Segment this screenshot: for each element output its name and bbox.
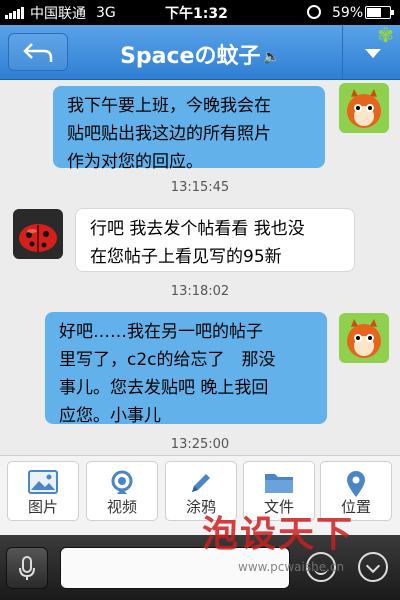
contact-avatar[interactable] — [13, 209, 63, 259]
action-label: 视频 — [106, 498, 137, 516]
location-pin-icon — [321, 466, 391, 497]
rotation-lock-icon — [307, 5, 321, 19]
contact-name: Spaceの蚊子 — [120, 44, 261, 69]
watermark-logo: 泡设天下 — [202, 513, 355, 555]
my-avatar[interactable] — [339, 83, 389, 133]
squirrel-avatar-icon — [339, 83, 389, 133]
battery-percentage: 59% — [332, 4, 364, 21]
folder-icon — [244, 466, 314, 496]
bug-icon: ✾ — [377, 23, 394, 47]
menu-button[interactable]: ✾ — [342, 23, 400, 79]
message-timestamp: 13:18:02 — [170, 284, 230, 299]
chat-area[interactable]: 我下午要上班，今晚我会在 贴吧贴出我这边的所有照片 作为对您的回应。 13:15… — [0, 80, 400, 455]
ladybug-avatar-icon — [13, 209, 63, 259]
message-line: 行吧 我去发个帖看看 我也没 — [90, 219, 305, 239]
watermark-url: www.pcwaishe.cn — [238, 560, 345, 574]
message-line: 好吧……我在另一吧的帖子 — [59, 322, 263, 342]
signal-icon — [5, 6, 24, 19]
video-button[interactable]: 视频 — [86, 461, 158, 521]
message-bubble-outgoing[interactable]: 我下午要上班，今晚我会在 贴吧贴出我这边的所有照片 作为对您的回应。 — [53, 86, 325, 172]
speaker-icon: 🔈 — [262, 49, 280, 65]
carrier-name: 中国联通 — [30, 5, 86, 22]
pencil-icon — [166, 466, 236, 496]
nav-bar: Spaceの蚊子 🔈 ✾ — [0, 23, 400, 80]
message-line: 里写了，c2c的给忘了 那没 — [59, 350, 276, 370]
image-button[interactable]: 图片 — [7, 461, 79, 521]
message-line: 应您。小事儿 — [59, 406, 161, 426]
chevron-down-icon — [365, 49, 381, 58]
message-line: 事儿。您去发贴吧 晚上我回 — [59, 378, 269, 398]
message-timestamp: 13:25:00 — [170, 437, 230, 452]
status-time: 下午1:32 — [165, 5, 228, 22]
action-label: 图片 — [27, 498, 58, 516]
video-icon — [87, 466, 157, 496]
message-line: 我下午要上班，今晚我会在 — [67, 96, 271, 116]
battery-icon — [365, 6, 394, 19]
message-timestamp: 13:15:45 — [170, 180, 230, 195]
chat-title: Spaceの蚊子 🔈 — [80, 38, 320, 70]
network-type: 3G — [96, 4, 116, 21]
my-avatar[interactable] — [339, 313, 389, 363]
expand-button[interactable] — [358, 552, 388, 582]
status-bar: 中国联通 3G 下午1:32 59% — [0, 0, 400, 25]
back-arrow-icon — [23, 43, 53, 62]
voice-input-button[interactable] — [6, 547, 48, 589]
back-button[interactable] — [8, 33, 68, 71]
message-line: 作为对您的回应。 — [67, 152, 203, 172]
squirrel-avatar-icon — [339, 313, 389, 363]
message-line: 贴吧贴出我这边的所有照片 — [67, 124, 271, 144]
message-bubble-outgoing[interactable]: 好吧……我在另一吧的帖子 里写了，c2c的给忘了 那没 事儿。您去发贴吧 晚上我… — [45, 312, 327, 426]
message-line: 在您帖子上看见写的95新 — [90, 247, 282, 267]
image-icon — [8, 466, 78, 496]
microphone-icon — [19, 556, 35, 580]
message-bubble-incoming[interactable]: 行吧 我去发个帖看看 我也没 在您帖子上看见写的95新 — [75, 208, 355, 272]
